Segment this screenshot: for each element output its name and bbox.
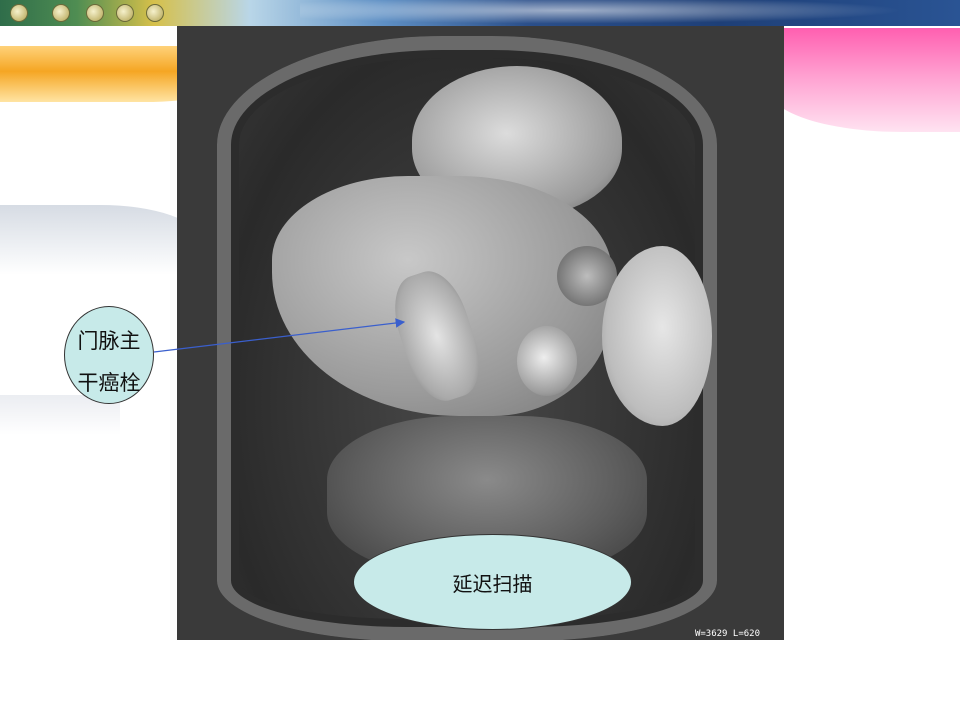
banner-glow — [300, 0, 960, 26]
circuit-dot-icon — [10, 4, 28, 22]
circuit-dot-icon — [52, 4, 70, 22]
slide: W=3629 L=620 门脉主 干癌栓 延迟扫描 — [0, 0, 960, 720]
decorative-banner — [0, 0, 960, 26]
scan-phase-label: 延迟扫描 — [353, 534, 632, 630]
mri-spleen — [602, 246, 712, 426]
decorative-swoosh-grey — [0, 205, 200, 275]
scan-phase-text: 延迟扫描 — [452, 571, 533, 596]
circuit-dot-icon — [146, 4, 164, 22]
callout-label-line-2: 干癌栓 — [77, 371, 141, 395]
circuit-dot-icon — [116, 4, 134, 22]
mri-vessel — [517, 326, 577, 396]
mri-window-info: W=3629 L=620 — [694, 629, 760, 639]
decorative-swoosh-pink — [770, 28, 960, 132]
callout-text-overlay: 干癌栓 — [64, 306, 154, 404]
circuit-dot-icon — [86, 4, 104, 22]
